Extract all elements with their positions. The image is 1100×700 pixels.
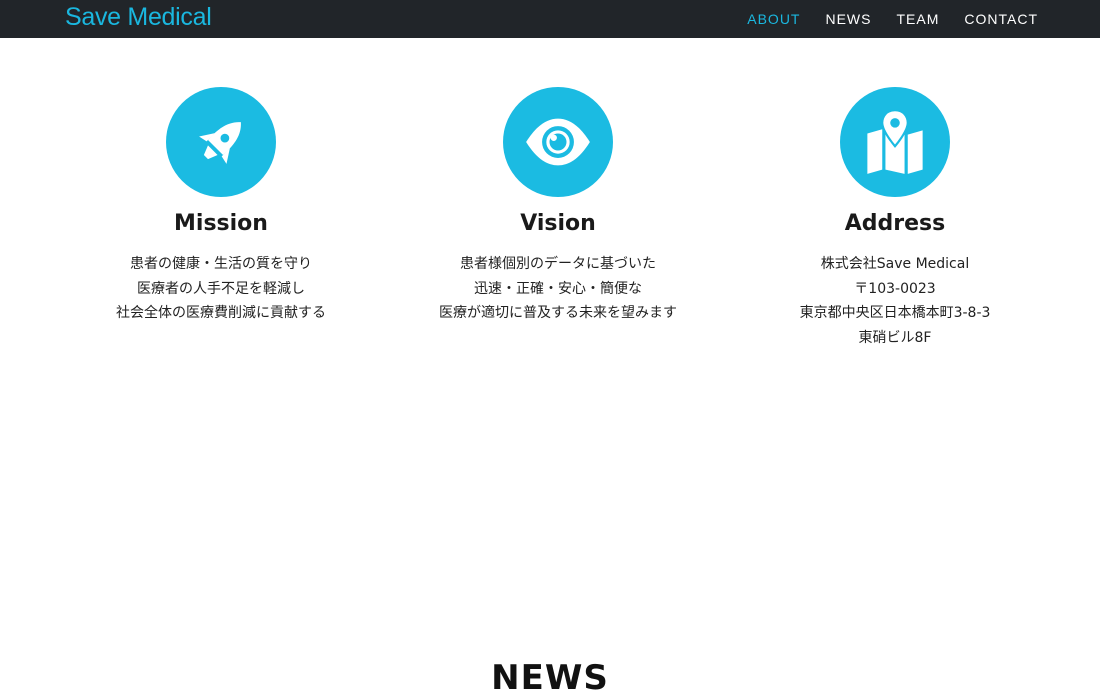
vision-line: 医療が適切に普及する未来を望みます <box>439 305 677 322</box>
address-line: 株式会社Save Medical <box>820 256 970 272</box>
nav-link-news[interactable]: NEWS <box>825 11 871 27</box>
mission-icon-circle <box>166 87 276 197</box>
news-section-heading: NEWS <box>491 658 609 699</box>
mission-text: 患者の健康・生活の質を守り 医療者の人手不足を軽減し 社会全体の医療費削減に貢献… <box>71 252 371 326</box>
map-icon <box>867 109 923 174</box>
address-line: 東京都中央区日本橋本町3-8-3 <box>799 305 991 322</box>
address-icon-circle <box>840 87 950 197</box>
nav-link-contact[interactable]: CONTACT <box>964 11 1038 27</box>
navbar: Save Medical ABOUT NEWS TEAM CONTACT <box>0 0 1100 38</box>
feature-vision: Vision 患者様個別のデータに基づいた 迅速・正確・安心・簡便な 医療が適切… <box>408 87 708 326</box>
vision-icon-circle <box>503 87 613 197</box>
feature-address: Address 株式会社Save Medical 〒103-0023 東京都中央… <box>745 87 1045 351</box>
mission-line: 社会全体の医療費削減に貢献する <box>116 305 326 322</box>
address-line: 東硝ビル8F <box>858 330 932 347</box>
mission-line: 医療者の人手不足を軽減し <box>137 280 305 297</box>
address-line: 〒103-0023 <box>854 280 936 297</box>
mission-line: 患者の健康・生活の質を守り <box>130 256 312 272</box>
eye-icon <box>526 118 590 166</box>
rocket-icon <box>199 122 241 164</box>
brand-logo-link[interactable]: Save Medical <box>65 2 212 32</box>
feature-mission: Mission 患者の健康・生活の質を守り 医療者の人手不足を軽減し 社会全体の… <box>71 87 371 326</box>
vision-line: 迅速・正確・安心・簡便な <box>474 280 642 297</box>
nav-link-team[interactable]: TEAM <box>896 11 939 27</box>
nav-link-about[interactable]: ABOUT <box>747 11 800 27</box>
mission-title: Mission <box>174 211 268 236</box>
vision-line: 患者様個別のデータに基づいた <box>460 256 656 272</box>
vision-text: 患者様個別のデータに基づいた 迅速・正確・安心・簡便な 医療が適切に普及する未来… <box>408 252 708 326</box>
vision-title: Vision <box>520 211 596 236</box>
address-text: 株式会社Save Medical 〒103-0023 東京都中央区日本橋本町3-… <box>745 252 1045 351</box>
address-title: Address <box>844 211 946 236</box>
nav-links: ABOUT NEWS TEAM CONTACT <box>722 0 1038 38</box>
